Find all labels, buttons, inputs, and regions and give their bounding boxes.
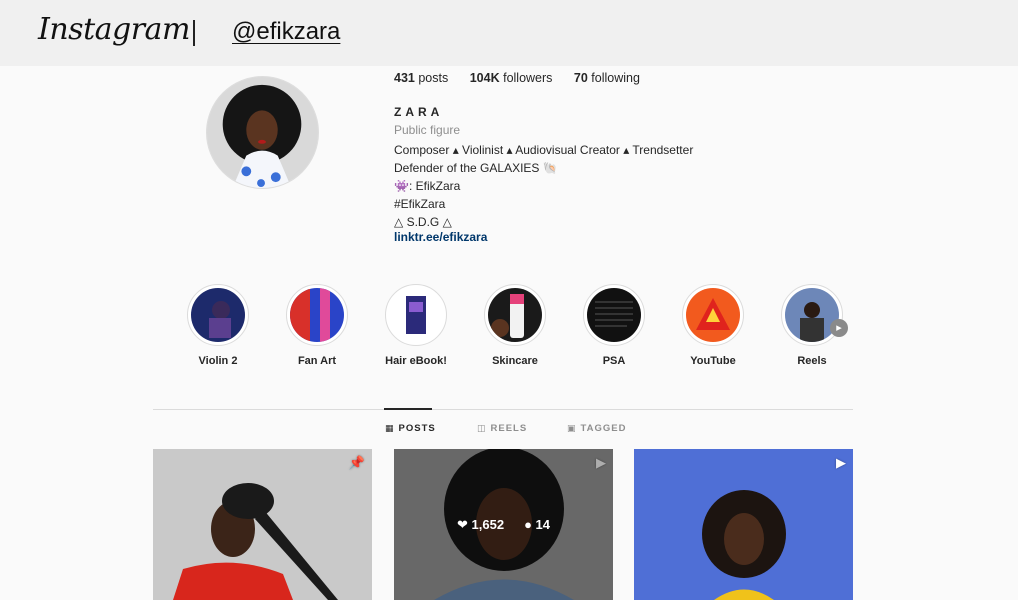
bio-line: △ S.D.G △	[394, 215, 452, 229]
highlight-label: Hair eBook!	[385, 355, 447, 367]
highlight-psa[interactable]: PSA	[574, 284, 654, 367]
highlight-thumbnail	[191, 288, 245, 342]
likes-count: ❤ 1,652	[456, 516, 505, 532]
highlight-thumbnail	[587, 288, 641, 342]
tab-posts[interactable]: ▦ POSTS	[385, 423, 436, 434]
post-hover-overlay: ❤ 1,652 ● 14	[394, 449, 613, 600]
posts-count: 431 posts	[394, 71, 449, 85]
bio-line: Defender of the GALAXIES 🐚	[394, 161, 558, 175]
header-separator	[193, 20, 195, 46]
highlight-label: Violin 2	[198, 355, 238, 367]
pin-icon: 📌	[348, 455, 365, 470]
post-thumbnail[interactable]: ▶	[634, 449, 853, 600]
highlight-label: Reels	[797, 355, 827, 367]
highlight-label: PSA	[602, 355, 626, 367]
tabs-divider	[153, 409, 853, 410]
highlight-label: Skincare	[492, 355, 538, 367]
instagram-logo[interactable]: Instagram	[38, 12, 190, 47]
highlight-label: YouTube	[690, 355, 736, 367]
profile-handle[interactable]: @efikzara	[232, 18, 340, 46]
followers-count[interactable]: 104K followers	[470, 71, 553, 85]
profile-bio: Composer ▴ Violinist ▴ Audiovisual Creat…	[394, 141, 693, 231]
highlight-hair-ebook[interactable]: Hair eBook!	[376, 284, 456, 367]
reel-icon: ▶	[836, 455, 846, 470]
highlight-skincare[interactable]: Skincare	[475, 284, 555, 367]
comment-icon: ●	[524, 517, 532, 532]
tab-reels[interactable]: ◫ REELS	[477, 423, 527, 434]
profile-category: Public figure	[394, 123, 461, 137]
highlight-thumbnail	[389, 288, 443, 342]
following-count[interactable]: 70 following	[574, 71, 640, 85]
highlight-thumbnail	[290, 288, 344, 342]
highlight-youtube[interactable]: YouTube	[673, 284, 753, 367]
story-highlights: Violin 2 Fan Art Hair eBook! Skincare PS…	[187, 284, 867, 374]
chevron-right-icon[interactable]: ▸	[830, 319, 848, 337]
tab-tagged[interactable]: ▣ TAGGED	[567, 423, 626, 434]
profile-name: ZARA	[394, 105, 444, 119]
post-thumbnail[interactable]: ▶ ❤ 1,652 ● 14	[394, 449, 613, 600]
highlight-fan-art[interactable]: Fan Art	[277, 284, 357, 367]
bio-line: Composer ▴ Violinist ▴ Audiovisual Creat…	[394, 143, 694, 157]
profile-stats: 431 posts 104K followers 70 following	[394, 71, 658, 85]
reels-icon: ◫	[477, 423, 487, 433]
highlight-thumbnail	[488, 288, 542, 342]
profile-link[interactable]: linktr.ee/efikzara	[394, 230, 487, 244]
active-tab-indicator	[384, 408, 432, 410]
grid-icon: ▦	[385, 423, 395, 433]
tagged-icon: ▣	[567, 423, 577, 433]
highlight-thumbnail	[785, 288, 839, 342]
top-bar: Instagram @efikzara	[0, 0, 1018, 66]
bio-line: #EfikZara	[394, 197, 446, 211]
highlight-label: Fan Art	[297, 355, 337, 367]
profile-avatar[interactable]	[206, 76, 319, 189]
post-thumbnail[interactable]: 📌	[153, 449, 372, 600]
highlight-thumbnail	[686, 288, 740, 342]
heart-icon: ❤	[456, 516, 468, 532]
comments-count: ● 14	[524, 517, 551, 532]
bio-line: 👾: EfikZara	[394, 179, 461, 193]
highlight-violin-2[interactable]: Violin 2	[178, 284, 258, 367]
